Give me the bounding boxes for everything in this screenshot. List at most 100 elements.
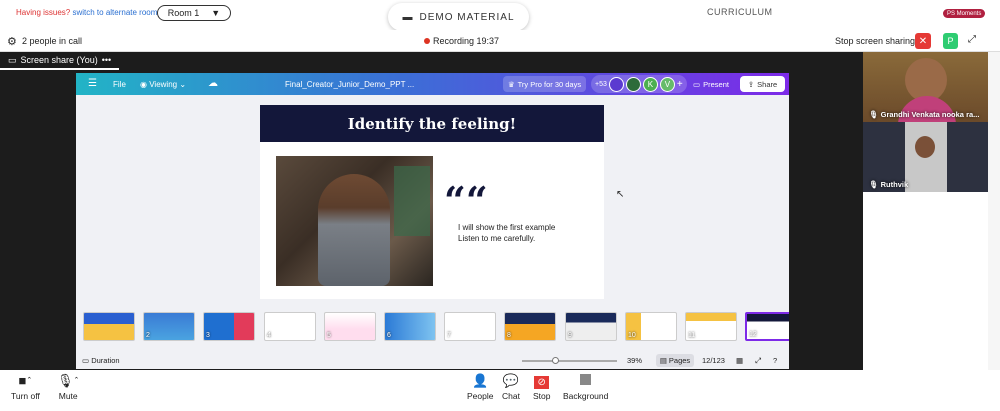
- page-count: 12/123: [702, 356, 725, 365]
- help-icon[interactable]: ?: [773, 356, 777, 365]
- fullscreen-icon[interactable]: ⤢: [968, 34, 976, 45]
- avatar-v: V: [659, 76, 675, 92]
- slide-thumbnail[interactable]: 5: [324, 312, 376, 341]
- share-label: Share: [757, 79, 778, 89]
- slide-thumbnail[interactable]: 11: [685, 312, 737, 341]
- people-button[interactable]: 👤 People: [467, 373, 493, 401]
- file-menu[interactable]: File: [113, 80, 126, 89]
- slide-thumbnail[interactable]: 6: [384, 312, 436, 341]
- participant-tile[interactable]: 🎙 Ruthvik: [863, 122, 988, 192]
- thumbnail-number: 2: [146, 332, 150, 339]
- profile-badge[interactable]: P: [943, 33, 958, 49]
- thumbnail-number: 12: [749, 331, 757, 338]
- slide-thumbnail[interactable]: [83, 312, 135, 341]
- eye-icon: ◉: [140, 80, 147, 89]
- chevron-down-icon: ⌄: [179, 80, 187, 89]
- camera-button[interactable]: ■⌃ Turn off: [11, 373, 40, 401]
- pages-label: Pages: [668, 356, 691, 365]
- try-pro-button[interactable]: ♛ Try Pro for 30 days: [503, 76, 586, 92]
- person-icon: 👤: [472, 373, 489, 388]
- share-button[interactable]: ⇪ Share: [740, 76, 785, 92]
- slide-thumbnails: 2 3 4 5 6 7 8 9 10 11 12: [76, 312, 789, 346]
- more-collaborators-count: +53: [595, 80, 607, 88]
- participant-face: [915, 136, 935, 158]
- document-title[interactable]: Final_Creator_Junior_Demo_PPT ...: [285, 80, 414, 89]
- mute-button[interactable]: 🎙⌃ Mute: [57, 373, 79, 401]
- participant-tile[interactable]: 🎙 Grandhi Venkata nooka ra...: [863, 52, 988, 122]
- chat-label: Chat: [502, 391, 520, 401]
- viewing-dropdown[interactable]: ◉ Viewing ⌄: [140, 80, 186, 89]
- slide-text-line-1: I will show the first example: [458, 223, 556, 232]
- screen-share-tab[interactable]: ▭ Screen share (You) •••: [0, 52, 120, 70]
- room-select[interactable]: Room 1 ▼: [157, 5, 231, 21]
- avatar: [625, 76, 641, 92]
- slide-thumbnail-selected[interactable]: 12: [745, 312, 789, 341]
- thumbnail-number: 5: [327, 332, 331, 339]
- thumbnail-number: 3: [206, 332, 210, 339]
- slide-photo: [276, 156, 433, 286]
- slide-text-line-2: Listen to me carefully.: [458, 234, 536, 243]
- zoom-level[interactable]: 39%: [627, 356, 642, 365]
- collaborator-avatars[interactable]: +53 K V +: [591, 75, 687, 93]
- curriculum-link[interactable]: CURRICULUM: [707, 7, 773, 17]
- timer-icon: ▭: [82, 356, 90, 365]
- issue-notice: Having issues? switch to alternate room: [16, 8, 157, 17]
- slide-thumbnail[interactable]: 4: [264, 312, 316, 341]
- alternate-room-link[interactable]: switch to alternate room: [72, 8, 157, 17]
- slide: Identify the feeling! ““ I will show the…: [260, 105, 604, 299]
- plus-icon[interactable]: +: [677, 79, 683, 90]
- photo-person: [318, 174, 390, 286]
- stop-button[interactable]: ⊘ Stop: [533, 373, 551, 401]
- people-in-call: 2 people in call: [22, 36, 83, 46]
- screen-share-label: Screen share (You): [20, 55, 98, 65]
- stop-sharing-close-button[interactable]: ✕: [915, 33, 931, 49]
- chat-button[interactable]: 💬 Chat: [502, 373, 520, 401]
- fullscreen-icon[interactable]: ⤢: [755, 356, 761, 366]
- recording-label: Recording 19:37: [433, 36, 500, 46]
- canva-footer: ▭ Duration 39% ▤ Pages 12/123 ▦ ⤢ ?: [76, 353, 789, 369]
- chat-icon: 💬: [502, 373, 520, 388]
- thumbnail-number: 6: [387, 332, 391, 339]
- present-button[interactable]: ▭ Present: [686, 76, 736, 92]
- mic-icon: 🎙: [869, 180, 879, 189]
- participants-panel: 🎙 Grandhi Venkata nooka ra... 🎙 Ruthvik: [863, 52, 1000, 370]
- crown-icon: ♛: [507, 79, 515, 89]
- pages-icon: ▤: [659, 356, 667, 365]
- thumbnail-number: 10: [628, 332, 636, 339]
- mouse-cursor-icon: ↖: [616, 189, 625, 200]
- duration-button[interactable]: ▭ Duration: [82, 356, 120, 365]
- issue-text: Having issues?: [16, 8, 71, 17]
- thumbnail-number: 9: [568, 332, 572, 339]
- caret-down-icon: ▼: [211, 8, 221, 18]
- slide-thumbnail[interactable]: 2: [143, 312, 195, 341]
- slide-thumbnail[interactable]: 8: [504, 312, 556, 341]
- more-icon[interactable]: •••: [102, 55, 111, 65]
- background-button[interactable]: Background: [563, 373, 608, 401]
- slide-thumbnail[interactable]: 9: [565, 312, 617, 341]
- upload-icon: ⇪: [747, 79, 755, 89]
- gear-icon[interactable]: ⚙: [7, 35, 17, 48]
- stop-share-icon: ⊘: [534, 373, 550, 389]
- pages-button[interactable]: ▤ Pages: [656, 354, 694, 367]
- demo-material-button[interactable]: ▬ DEMO MATERIAL: [388, 3, 529, 31]
- thumbnail-number: 8: [507, 332, 511, 339]
- people-label: People: [467, 391, 494, 401]
- camera-label: Turn off: [11, 391, 40, 401]
- slide-thumbnail[interactable]: 10: [625, 312, 677, 341]
- recording-status: Recording 19:37: [424, 36, 499, 46]
- slide-title: Identify the feeling!: [260, 105, 604, 142]
- thumbnail-number: 11: [688, 332, 696, 339]
- zoom-slider[interactable]: [522, 357, 617, 364]
- slide-thumbnail[interactable]: 3: [203, 312, 255, 341]
- stop-label: Stop: [533, 391, 551, 401]
- scrollbar[interactable]: [988, 52, 1000, 370]
- moments-badge[interactable]: PS Moments: [943, 9, 986, 18]
- mic-icon: 🎙: [869, 110, 879, 119]
- grid-view-icon[interactable]: ▦: [736, 356, 743, 365]
- participant-name: 🎙 Ruthvik: [869, 180, 908, 189]
- slide-thumbnail[interactable]: 7: [444, 312, 496, 341]
- photo-background-detail: [394, 166, 430, 236]
- screen-icon: ▭: [8, 54, 17, 65]
- menu-icon[interactable]: ☰: [88, 78, 97, 89]
- zoom-slider-knob[interactable]: [552, 357, 559, 364]
